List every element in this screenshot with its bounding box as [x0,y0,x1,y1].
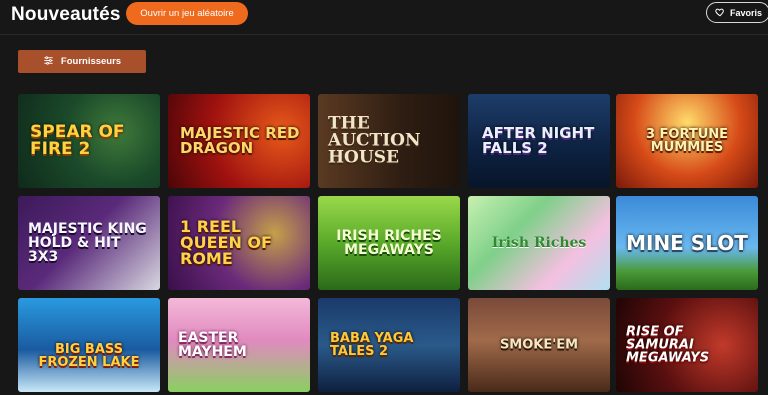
game-title: Rise of Samurai Megaways [626,324,710,366]
games-grid: Spear of Fire 2 Majestic Red Dragon The … [18,94,762,395]
game-tile[interactable]: Mine Slot [616,196,758,290]
game-title: Irish Riches Megaways [336,228,442,258]
game-tile[interactable]: Majestic Red Dragon [168,94,310,188]
game-title: Irish Riches [491,235,587,251]
game-tile[interactable]: Spear of Fire 2 [18,94,160,188]
top-bar: Nouveautés Ouvrir un jeu aléatoire Favor… [0,0,768,35]
favorites-label: Favoris [730,7,763,18]
game-tile[interactable]: The Auction House [318,94,460,188]
game-title: The Auction House [328,113,421,168]
favorites-button[interactable]: Favoris [706,2,768,23]
game-tile[interactable]: Irish Riches Megaways [318,196,460,290]
game-title: Mine Slot [626,231,748,255]
game-tile[interactable]: Easter Mayhem [168,298,310,392]
game-tile[interactable]: 3 Fortune Mummies [616,94,758,188]
game-tile[interactable]: Big Bass Frozen Lake [18,298,160,392]
game-title: Majestic Red Dragon [180,124,300,157]
random-game-button[interactable]: Ouvrir un jeu aléatoire [126,2,248,25]
game-tile[interactable]: Majestic King Hold & Hit 3x3 [18,196,160,290]
game-tile[interactable]: Smoke'em [468,298,610,392]
game-title: 1 Reel Queen of Rome [180,217,272,268]
game-title: Easter Mayhem [178,330,247,360]
providers-filter-button[interactable]: Fournisseurs [18,50,146,73]
game-title: Baba Yaga Tales 2 [330,331,414,359]
game-tile[interactable]: 1 Reel Queen of Rome [168,196,310,290]
game-title: Spear of Fire 2 [30,122,125,159]
page-title: Nouveautés [11,4,121,25]
game-title: Smoke'em [499,337,579,353]
game-title: 3 Fortune Mummies [645,127,729,155]
game-title: Big Bass Frozen Lake [38,342,140,371]
providers-label: Fournisseurs [60,56,122,67]
game-tile[interactable]: Irish Riches [468,196,610,290]
game-tile[interactable]: Rise of Samurai Megaways [616,298,758,392]
game-tile[interactable]: Baba Yaga Tales 2 [318,298,460,392]
game-tile[interactable]: After Night Falls 2 [468,94,610,188]
game-title: After Night Falls 2 [482,124,595,157]
heart-icon [715,7,725,19]
sliders-icon [43,55,54,69]
game-title: Majestic King Hold & Hit 3x3 [28,221,147,265]
